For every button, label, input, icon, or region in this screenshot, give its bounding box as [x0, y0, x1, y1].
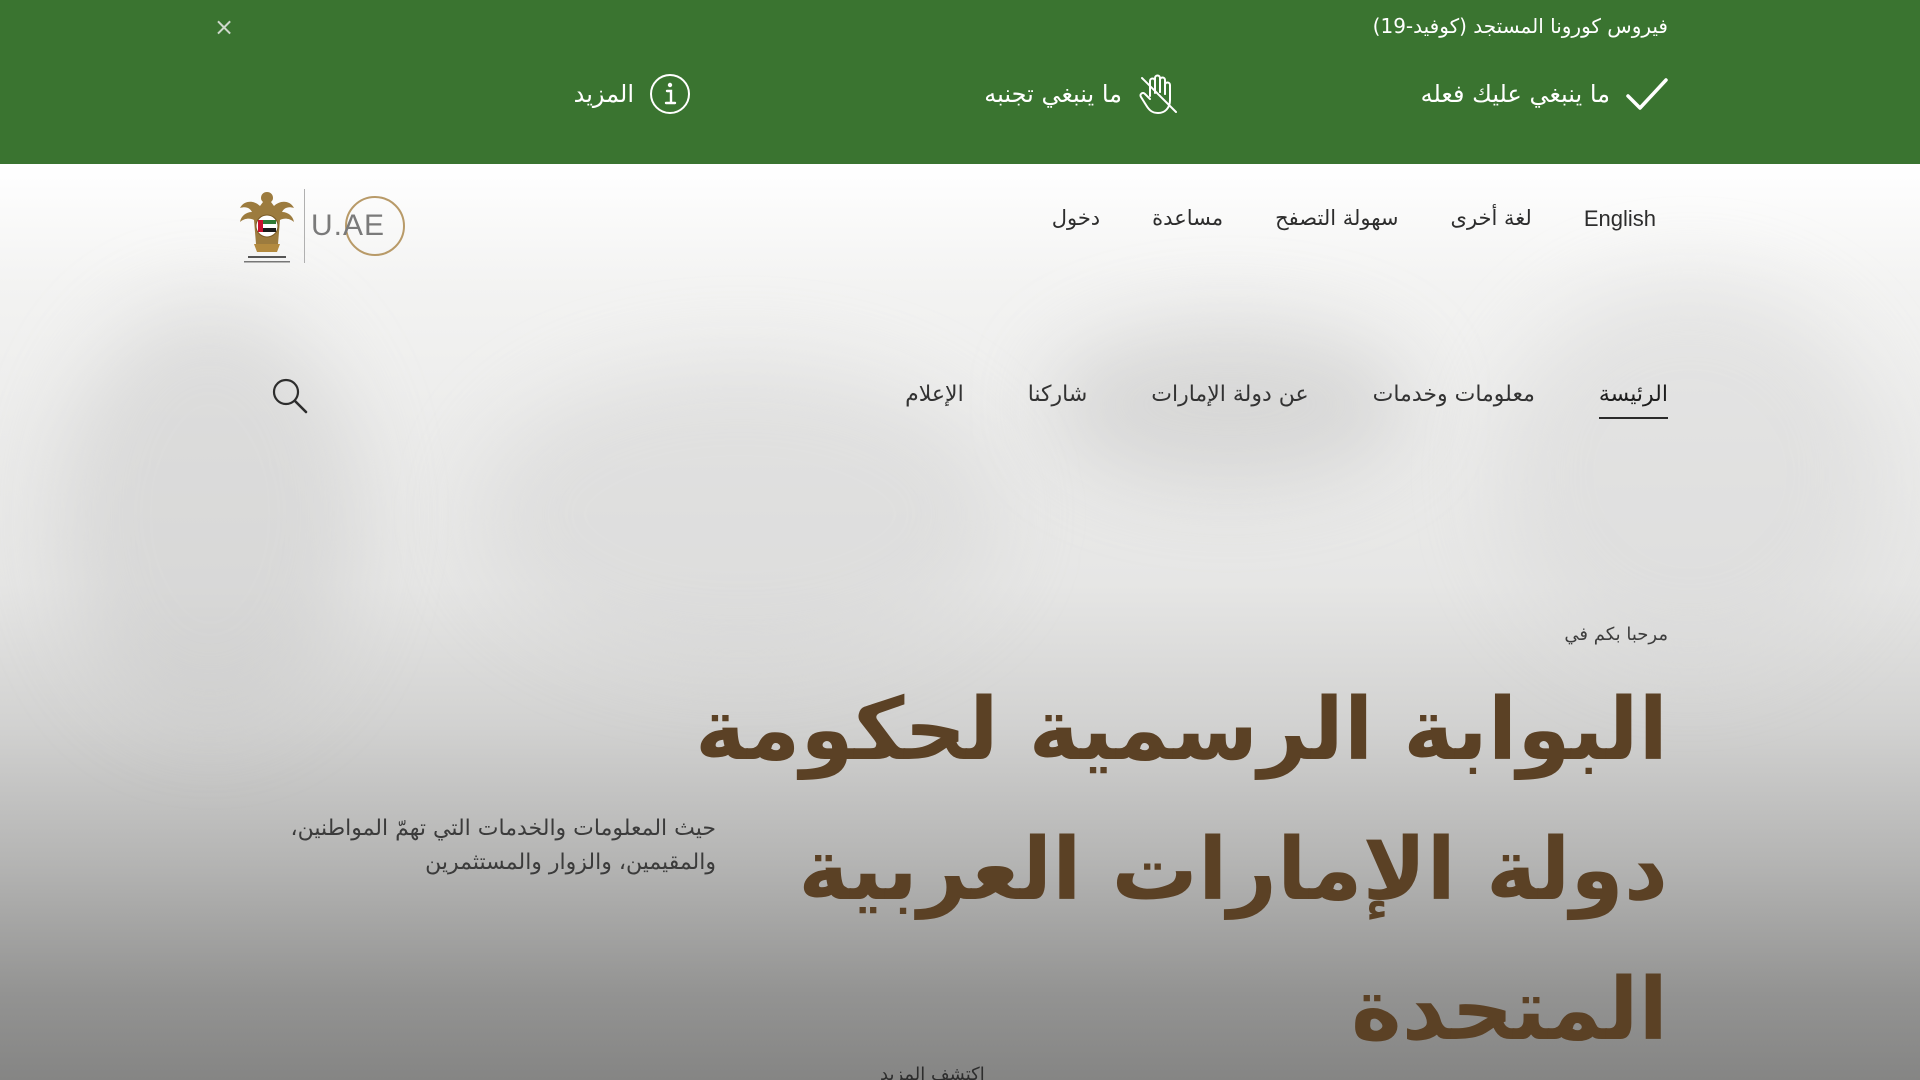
hero-subtext: حيث المعلومات والخدمات التي تهمّ المواطن…: [290, 816, 716, 875]
hero-welcome: مرحبا بكم في: [1564, 624, 1668, 645]
main-nav-home[interactable]: الرئيسة: [1598, 382, 1668, 419]
uae-logo[interactable]: U.AE: [238, 186, 405, 266]
main-nav-media[interactable]: الإعلام: [905, 382, 964, 419]
covid-link-label: المزيد: [573, 80, 634, 108]
discover-more-link[interactable]: اكتشف المزيد: [880, 1064, 985, 1080]
checkmark-icon: [1624, 74, 1670, 114]
covid-banner-title[interactable]: فيروس كورونا المستجد (كوفيد-19): [1373, 14, 1668, 38]
main-nav-information-services[interactable]: معلومات وخدمات: [1373, 382, 1535, 419]
search-icon[interactable]: [270, 376, 310, 420]
covid-link-what-to-avoid[interactable]: ما ينبغي تجنبه: [984, 72, 1180, 116]
uae-wordmark: U.AE: [311, 194, 405, 258]
covid-link-what-to-do[interactable]: ما ينبغي عليك فعله: [1421, 72, 1670, 116]
utility-nav-accessibility[interactable]: سهولة التصفح: [1275, 206, 1398, 232]
covid-link-more[interactable]: المزيد: [574, 72, 692, 116]
utility-nav: English لغة أخرى سهولة التصفح مساعدة دخو…: [1052, 206, 1656, 232]
main-nav-participate[interactable]: شاركنا: [1028, 382, 1088, 419]
utility-nav-help[interactable]: مساعدة: [1152, 206, 1223, 232]
logo-divider: [304, 189, 305, 263]
utility-nav-login[interactable]: دخول: [1052, 206, 1100, 232]
main-nav-about-uae[interactable]: عن دولة الإمارات: [1151, 382, 1308, 419]
utility-nav-english[interactable]: English: [1584, 206, 1656, 232]
covid-banner: فيروس كورونا المستجد (كوفيد-19) × ما ينب…: [0, 0, 1920, 164]
no-hand-icon: [1136, 72, 1180, 116]
covid-link-label: ما ينبغي تجنبه: [984, 80, 1122, 108]
main-nav: الرئيسة معلومات وخدمات عن دولة الإمارات …: [905, 382, 1668, 419]
uae-emblem-icon: [240, 192, 294, 263]
utility-nav-other-language[interactable]: لغة أخرى: [1451, 206, 1532, 232]
close-icon[interactable]: ×: [214, 10, 234, 44]
hero-headline: البوابة الرسمية لحكومة دولة الإمارات الع…: [695, 680, 1668, 1060]
covid-link-label: ما ينبغي عليك فعله: [1420, 80, 1610, 108]
info-icon: [648, 72, 692, 116]
